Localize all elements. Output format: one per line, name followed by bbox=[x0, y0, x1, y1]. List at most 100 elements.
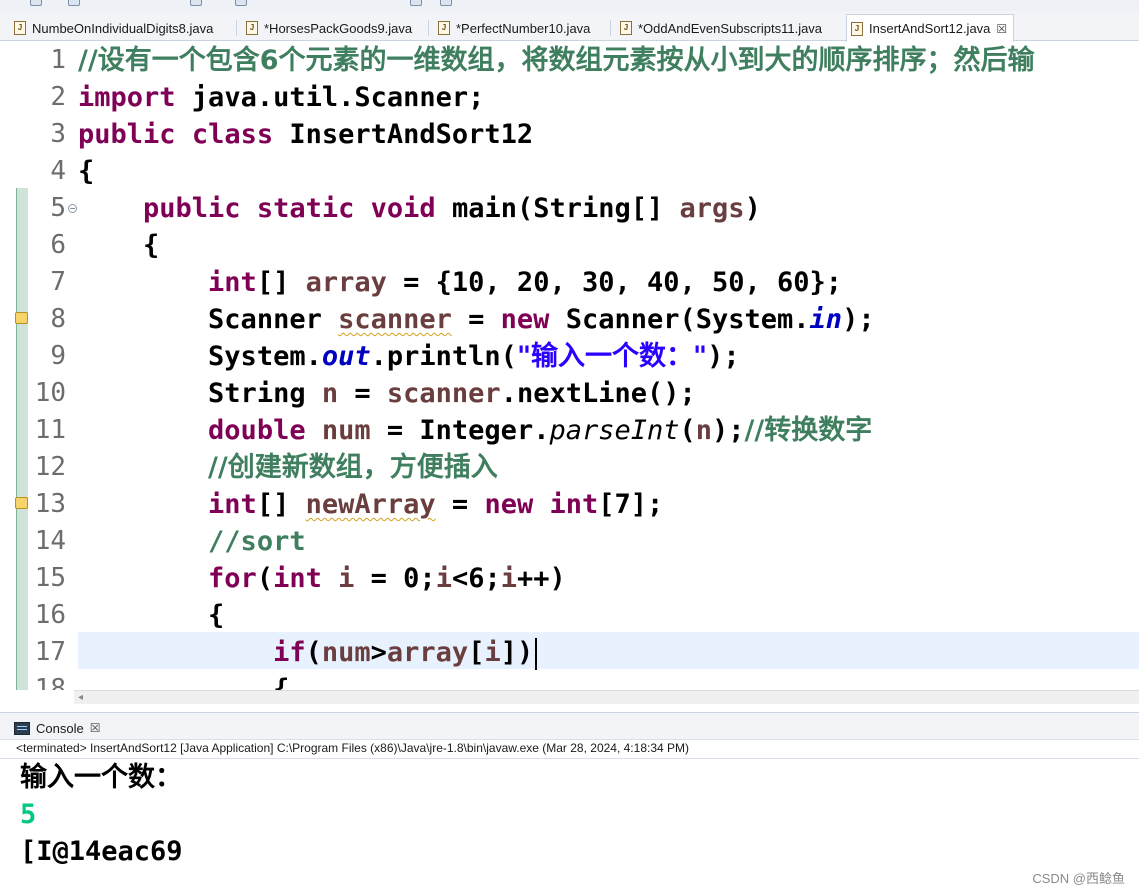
java-file-icon: J bbox=[14, 21, 26, 35]
code-text: [7]; bbox=[598, 489, 664, 520]
tab-label: *HorsesPackGoods9.java bbox=[264, 20, 413, 36]
watermark: CSDN @西鲶鱼 bbox=[1032, 871, 1125, 886]
horizontal-scrollbar[interactable]: ◂ bbox=[74, 690, 1139, 704]
code-line-14: //sort bbox=[78, 523, 306, 560]
tab-numbe-on-individual-digits[interactable]: J NumbeOnIndividualDigits8.java bbox=[10, 15, 213, 41]
tab-odd-and-even-subscripts[interactable]: J *OddAndEvenSubscripts11.java bbox=[616, 15, 822, 41]
java-file-icon: J bbox=[438, 21, 450, 35]
java-file-icon: J bbox=[851, 21, 863, 36]
code-line-10: String n = scanner.nextLine(); bbox=[78, 375, 696, 412]
code-line-7: int[] array = {10, 20, 30, 40, 50, 60}; bbox=[78, 264, 842, 301]
static-field: out bbox=[321, 341, 371, 372]
comment: //设有一个包含6个元素的一维数组，将数组元素按从小到大的顺序排序；然后输 bbox=[78, 45, 1035, 76]
text-cursor bbox=[535, 637, 538, 670]
local-variable: i bbox=[500, 563, 517, 594]
fold-collapse-icon[interactable]: − bbox=[68, 204, 77, 213]
main-toolbar bbox=[0, 0, 1139, 11]
line-number: 7 bbox=[50, 267, 66, 297]
line-number: 17 bbox=[34, 637, 66, 667]
local-variable: array bbox=[305, 267, 387, 298]
static-method: parseInt bbox=[549, 415, 680, 446]
code-text: = 0; bbox=[354, 563, 436, 594]
toolbar-button-icon[interactable] bbox=[440, 0, 452, 6]
code-line-6: { bbox=[78, 227, 159, 264]
code-line-5: public static void main(String[] args) bbox=[78, 190, 761, 227]
toolbar-button-icon[interactable] bbox=[190, 0, 202, 6]
comment: //创建新数组，方便插入 bbox=[208, 452, 498, 483]
code-line-3: public class InsertAndSort12 bbox=[78, 116, 533, 153]
code-line-18: { bbox=[78, 671, 289, 690]
static-field: in bbox=[809, 304, 843, 335]
local-variable: n bbox=[695, 415, 713, 446]
line-number: 4 bbox=[50, 156, 66, 186]
code-text: = Integer. bbox=[370, 415, 550, 446]
change-indicator-bar bbox=[16, 188, 28, 690]
tab-label: *PerfectNumber10.java bbox=[456, 20, 591, 36]
warning-icon[interactable] bbox=[15, 497, 28, 509]
scroll-left-arrow-icon[interactable]: ◂ bbox=[78, 692, 83, 703]
tab-separator bbox=[428, 20, 429, 36]
keyword: static bbox=[256, 193, 355, 224]
code-text: ( bbox=[305, 637, 322, 668]
code-line-8: Scanner scanner = new Scanner(System.in)… bbox=[78, 301, 875, 338]
tab-insert-and-sort[interactable]: J InsertAndSort12.java ☒ bbox=[846, 14, 1015, 42]
console-launch-info: <terminated> InsertAndSort12 [Java Appli… bbox=[16, 741, 690, 755]
toolbar-button-icon[interactable] bbox=[30, 0, 42, 6]
local-variable: newArray bbox=[305, 489, 436, 520]
line-number: 12 bbox=[34, 452, 66, 482]
toolbar-button-icon[interactable] bbox=[68, 0, 80, 6]
code-editor[interactable]: 1 2 3 4 5 − 6 7 8 9 10 11 12 13 14 15 16… bbox=[0, 42, 1139, 690]
tab-separator bbox=[610, 20, 611, 36]
comment: //转换数字 bbox=[744, 415, 873, 446]
code-text: Scanner bbox=[208, 304, 339, 335]
code-text: ); bbox=[712, 415, 745, 446]
keyword: for bbox=[208, 563, 257, 594]
keyword: new bbox=[500, 304, 550, 335]
java-file-icon: J bbox=[620, 21, 632, 35]
code-line-11: double num = Integer.parseInt(n);//转换数字 bbox=[78, 412, 872, 449]
line-number: 3 bbox=[50, 119, 66, 149]
code-text-area[interactable]: //设有一个包含6个元素的一维数组，将数组元素按从小到大的顺序排序；然后输 im… bbox=[78, 42, 1139, 690]
code-text: .nextLine(); bbox=[500, 378, 696, 409]
local-variable: i bbox=[435, 563, 452, 594]
code-text: Scanner(System. bbox=[549, 304, 810, 335]
code-text: String bbox=[208, 378, 322, 409]
console-output-line: 输入一个数： bbox=[20, 762, 182, 793]
line-number: 2 bbox=[50, 82, 66, 112]
line-number: 6 bbox=[50, 230, 66, 260]
tab-perfect-number[interactable]: J *PerfectNumber10.java bbox=[434, 15, 590, 41]
console-output-area[interactable]: 输入一个数： 5 [I@14eac69 bbox=[0, 758, 1139, 894]
close-icon[interactable]: ☒ bbox=[996, 22, 1007, 36]
code-text: InsertAndSort12 bbox=[273, 119, 534, 150]
java-file-icon: J bbox=[246, 21, 258, 35]
keyword: int bbox=[549, 489, 599, 520]
code-line-17: if(num>array[i]) bbox=[78, 634, 538, 671]
code-line-4: { bbox=[78, 153, 94, 190]
line-number: 18 bbox=[34, 674, 66, 690]
code-text: ) bbox=[744, 193, 761, 224]
tab-horses-pack-goods[interactable]: J *HorsesPackGoods9.java bbox=[242, 15, 412, 41]
code-text: [] bbox=[256, 489, 306, 520]
local-variable: i bbox=[338, 563, 355, 594]
code-text: = bbox=[435, 489, 485, 520]
code-text: ); bbox=[842, 304, 875, 335]
toolbar-button-icon[interactable] bbox=[235, 0, 247, 6]
code-text: = {10, 20, 30, 40, 50, 60}; bbox=[386, 267, 843, 298]
close-icon[interactable]: ☒ bbox=[90, 721, 101, 735]
code-text: [] bbox=[256, 267, 306, 298]
code-line-15: for(int i = 0;i<6;i++) bbox=[78, 560, 566, 597]
toolbar-button-icon[interactable] bbox=[410, 0, 422, 6]
code-line-9: System.out.println("输入一个数："); bbox=[78, 338, 740, 375]
code-text: ( bbox=[256, 563, 274, 594]
local-variable: n bbox=[321, 378, 339, 409]
keyword: int bbox=[273, 563, 322, 594]
keyword: public bbox=[143, 193, 241, 224]
line-number: 9 bbox=[50, 341, 66, 371]
code-line-2: import java.util.Scanner; bbox=[78, 79, 484, 116]
tab-console[interactable]: Console ☒ bbox=[14, 717, 100, 739]
line-number: 8 bbox=[50, 304, 66, 334]
code-text: = bbox=[451, 304, 501, 335]
warning-icon[interactable] bbox=[15, 312, 28, 324]
line-number: 5 bbox=[50, 193, 66, 223]
code-text: ]) bbox=[500, 637, 534, 668]
